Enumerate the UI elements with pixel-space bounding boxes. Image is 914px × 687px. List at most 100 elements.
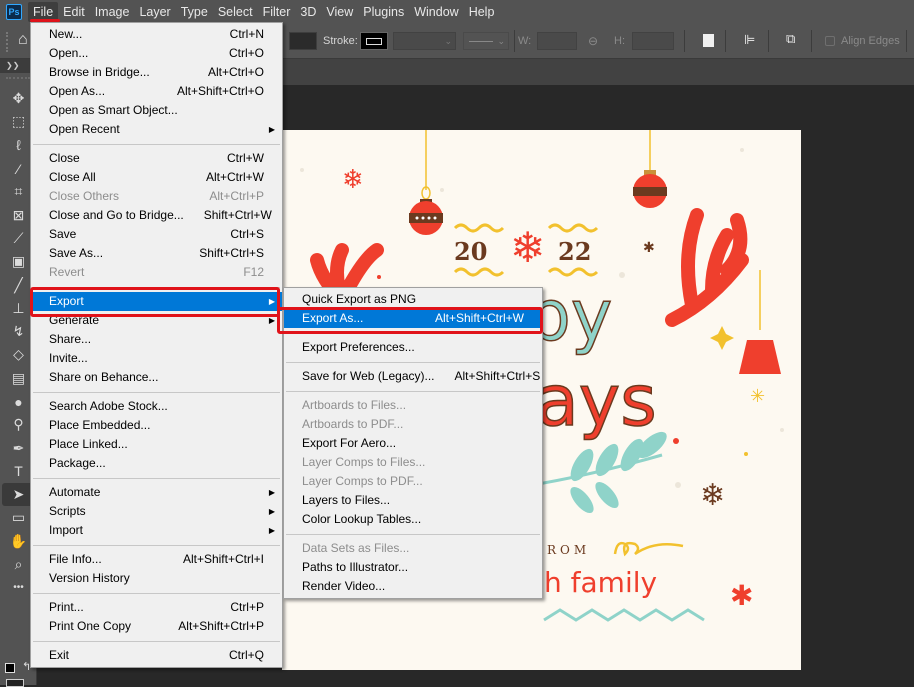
- export-menu-item-export-preferences[interactable]: Export Preferences...: [284, 338, 542, 357]
- file-menu-item-automate[interactable]: Automate ▶: [31, 483, 282, 502]
- export-menu-item-save-for-web-legacy[interactable]: Save for Web (Legacy)... Alt+Shift+Ctrl+S: [284, 367, 542, 386]
- menu-item-label: Invite...: [49, 351, 88, 365]
- export-menu-item-render-video[interactable]: Render Video...: [284, 577, 542, 596]
- menu-item-shortcut: Alt+Shift+Ctrl+P: [178, 619, 264, 633]
- file-menu-item-place-embedded[interactable]: Place Embedded...: [31, 416, 282, 435]
- export-menu-item-layers-to-files[interactable]: Layers to Files...: [284, 491, 542, 510]
- foreground-color-swatch[interactable]: [6, 679, 24, 687]
- menu-item-label: Open...: [49, 46, 89, 60]
- menu-item-label: Save for Web (Legacy)...: [302, 369, 435, 383]
- photoshop-logo: Ps: [6, 4, 22, 20]
- file-menu-item-print[interactable]: Print... Ctrl+P: [31, 598, 282, 617]
- chevron-down-icon: ⌄: [497, 36, 505, 46]
- file-menu-item-revert: Revert F12: [31, 263, 282, 282]
- file-menu-item-share[interactable]: Share...: [31, 330, 282, 349]
- menu-item-label: Exit: [49, 648, 70, 662]
- menu-layer[interactable]: Layer: [134, 2, 175, 22]
- menu-plugins[interactable]: Plugins: [358, 2, 409, 22]
- panel-grip[interactable]: [6, 77, 30, 87]
- file-menu-item-search-adobe-stock[interactable]: Search Adobe Stock...: [31, 397, 282, 416]
- file-menu-item-open-recent[interactable]: Open Recent ▶: [31, 120, 282, 139]
- stroke-type-dropdown[interactable]: ⌄: [463, 32, 509, 50]
- file-menu-item-close-and-go-to-bridge[interactable]: Close and Go to Bridge... Shift+Ctrl+W: [31, 206, 282, 225]
- menu-item-label: Open as Smart Object...: [49, 103, 178, 117]
- file-menu-item-print-one-copy[interactable]: Print One Copy Alt+Shift+Ctrl+P: [31, 617, 282, 636]
- export-annotation-box: [30, 287, 280, 317]
- menu-item-label: Artboards to Files...: [302, 398, 407, 412]
- export-menu-item-color-lookup-tables[interactable]: Color Lookup Tables...: [284, 510, 542, 529]
- menu-item-label: New...: [49, 27, 83, 41]
- width-input[interactable]: [537, 32, 577, 50]
- menu-select[interactable]: Select: [213, 2, 258, 22]
- menu-item-label: Version History: [49, 571, 130, 585]
- swirl-decoration: [613, 541, 684, 557]
- file-menu-item-browse-in-bridge[interactable]: Browse in Bridge... Alt+Ctrl+O: [31, 63, 282, 82]
- snowflake-icon: ❄: [342, 165, 364, 195]
- fill-swatch[interactable]: [289, 32, 317, 50]
- menu-item-label: Automate: [49, 485, 101, 499]
- align-edges-checkbox[interactable]: [825, 36, 835, 46]
- chevron-down-icon: ⌄: [444, 36, 452, 46]
- path-operations-icon[interactable]: [703, 34, 714, 47]
- file-menu-item-close-others: Close Others Alt+Ctrl+P: [31, 187, 282, 206]
- stroke-swatch[interactable]: [360, 32, 388, 50]
- menu-separator: [33, 593, 280, 594]
- export-menu-item-artboards-to-pdf: Artboards to PDF...: [284, 415, 542, 434]
- height-input[interactable]: [632, 32, 674, 50]
- menu-filter[interactable]: Filter: [258, 2, 296, 22]
- file-menu-item-file-info[interactable]: File Info... Alt+Shift+Ctrl+I: [31, 550, 282, 569]
- menu-edit[interactable]: Edit: [58, 2, 90, 22]
- grip-handle[interactable]: [6, 32, 10, 52]
- menu-separator: [286, 534, 540, 535]
- menu-separator: [286, 362, 540, 363]
- menu-view[interactable]: View: [321, 2, 358, 22]
- path-arrangement-icon[interactable]: ⧉: [786, 31, 795, 49]
- menu-image[interactable]: Image: [90, 2, 135, 22]
- file-menu-item-open[interactable]: Open... Ctrl+O: [31, 44, 282, 63]
- file-menu-item-share-on-behance[interactable]: Share on Behance...: [31, 368, 282, 387]
- menu-item-shortcut: Shift+Ctrl+W: [203, 208, 272, 222]
- file-menu-item-invite[interactable]: Invite...: [31, 349, 282, 368]
- file-menu-item-open-as-smart-object[interactable]: Open as Smart Object...: [31, 101, 282, 120]
- menu-item-shortcut: Ctrl+P: [230, 600, 264, 614]
- stroke-width-dropdown[interactable]: ⌄: [393, 32, 456, 50]
- file-menu-item-place-linked[interactable]: Place Linked...: [31, 435, 282, 454]
- menu-item-label: Search Adobe Stock...: [49, 399, 168, 413]
- menu-item-label: Browse in Bridge...: [49, 65, 150, 79]
- menu-window[interactable]: Window: [409, 2, 463, 22]
- export-as-annotation-box: [277, 307, 543, 334]
- menu-help[interactable]: Help: [464, 2, 500, 22]
- file-menu-item-close[interactable]: Close Ctrl+W: [31, 149, 282, 168]
- file-menu-item-version-history[interactable]: Version History: [31, 569, 282, 588]
- menu-item-shortcut: Ctrl+W: [227, 151, 264, 165]
- file-menu-item-open-as[interactable]: Open As... Alt+Shift+Ctrl+O: [31, 82, 282, 101]
- file-menu-item-package[interactable]: Package...: [31, 454, 282, 473]
- svg-text:✱: ✱: [643, 240, 655, 256]
- menu-item-label: Print...: [49, 600, 84, 614]
- default-colors-icon[interactable]: [5, 663, 15, 673]
- menu-item-shortcut: Alt+Ctrl+O: [207, 65, 264, 79]
- link-icon[interactable]: ⊖: [588, 32, 598, 50]
- width-label: W:: [518, 35, 532, 47]
- bell-ornament: [739, 340, 781, 374]
- path-alignment-icon[interactable]: ⊫: [744, 32, 755, 50]
- file-menu-item-close-all[interactable]: Close All Alt+Ctrl+W: [31, 168, 282, 187]
- export-menu-item-paths-to-illustrator[interactable]: Paths to Illustrator...: [284, 558, 542, 577]
- menu-item-label: Print One Copy: [49, 619, 132, 633]
- export-menu-item-export-for-aero[interactable]: Export For Aero...: [284, 434, 542, 453]
- file-menu-item-new[interactable]: New... Ctrl+N: [31, 25, 282, 44]
- file-menu-item-exit[interactable]: Exit Ctrl+Q: [31, 646, 282, 665]
- export-menu-item-layer-comps-to-pdf: Layer Comps to PDF...: [284, 472, 542, 491]
- file-menu-item-save-as[interactable]: Save As... Shift+Ctrl+S: [31, 244, 282, 263]
- submenu-arrow-icon: ▶: [268, 507, 275, 516]
- menu-bar: Ps File Edit Image Layer Type Select Filter 3D V…: [0, 0, 914, 24]
- menu-item-shortcut: Alt+Shift+Ctrl+S: [454, 369, 541, 383]
- file-menu-item-scripts[interactable]: Scripts ▶: [31, 502, 282, 521]
- file-menu-item-import[interactable]: Import ▶: [31, 521, 282, 540]
- menu-type[interactable]: Type: [176, 2, 213, 22]
- menu-item-label: Import: [49, 523, 84, 537]
- menu-3d[interactable]: 3D: [295, 2, 321, 22]
- menu-item-shortcut: Alt+Shift+Ctrl+I: [182, 552, 264, 566]
- file-menu-item-save[interactable]: Save Ctrl+S: [31, 225, 282, 244]
- menu-item-label: Color Lookup Tables...: [302, 512, 422, 526]
